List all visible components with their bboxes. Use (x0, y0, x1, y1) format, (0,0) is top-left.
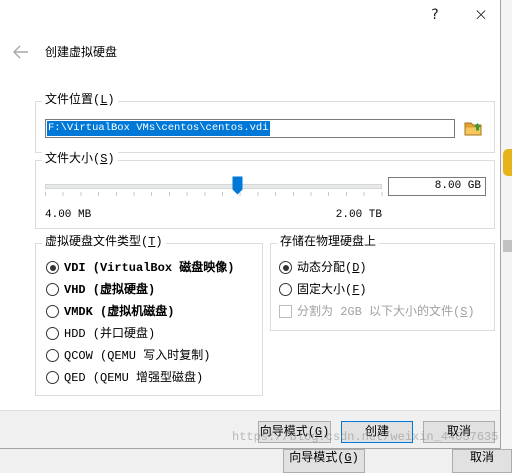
size-min-label: 4.00 MB (45, 209, 92, 221)
cancel-button[interactable]: 取消 (423, 421, 495, 443)
size-slider-thumb[interactable] (232, 176, 243, 195)
radio-label: VMDK (虚拟机磁盘) (64, 305, 175, 319)
radio-button[interactable] (46, 349, 59, 362)
background-window (501, 0, 512, 449)
radio-button[interactable] (279, 283, 292, 296)
radio-label: 动态分配(D) (297, 261, 367, 275)
create-virtual-disk-dialog: ? × 创建虚拟硬盘 文件位置(L) F:\VirtualBox VMs\cen… (0, 0, 501, 449)
checkbox-label: 分割为 2GB 以下大小的文件(S) (297, 305, 475, 319)
disk-type-title: 虚拟硬盘文件类型(T) (42, 235, 166, 249)
size-input[interactable]: 8.00 GB (388, 177, 486, 196)
file-location-title: 文件位置(L) (42, 93, 118, 107)
radio-hdd[interactable]: HDD (并口硬盘) (45, 326, 245, 342)
radio-label: QCOW (QEMU 写入时复制) (64, 349, 211, 363)
create-label: 创建 (364, 425, 389, 439)
radio-label: 固定大小(F) (297, 283, 367, 297)
radio-vdi[interactable]: VDI (VirtualBox 磁盘映像) (45, 260, 245, 276)
size-slider-track[interactable] (45, 184, 382, 189)
create-button[interactable]: 创建 (341, 421, 413, 443)
background-expert-mode-button: 向导模式(G) (283, 449, 365, 473)
radio-button[interactable] (46, 371, 59, 384)
file-path-input[interactable]: F:\VirtualBox VMs\centos\centos.vdi (45, 119, 455, 138)
radio-label: VDI (VirtualBox 磁盘映像) (64, 261, 235, 275)
background-cancel-label: 取消 (469, 451, 494, 465)
radio-button[interactable] (46, 283, 59, 296)
radio-button[interactable] (46, 261, 59, 274)
expert-mode-button[interactable]: 向导模式(G) (258, 421, 331, 443)
background-window-logo (503, 149, 512, 176)
radio-qed[interactable]: QED (QEMU 增强型磁盘) (45, 370, 245, 386)
radio-fixed[interactable]: 固定大小(F) (278, 282, 478, 298)
radio-label: HDD (并口硬盘) (64, 327, 156, 341)
file-path-text: F:\VirtualBox VMs\centos\centos.vdi (47, 121, 270, 136)
background-expert-mode-label: 向导模式(G) (289, 451, 359, 465)
folder-icon[interactable] (463, 118, 484, 139)
expert-mode-label: 向导模式(G) (259, 425, 330, 439)
background-cancel-button: 取消 (452, 449, 512, 473)
close-button[interactable]: × (461, 0, 500, 30)
checkbox[interactable] (279, 305, 292, 318)
radio-qcow[interactable]: QCOW (QEMU 写入时复制) (45, 348, 245, 364)
file-size-title: 文件大小(S) (42, 152, 118, 166)
help-button[interactable]: ? (415, 0, 455, 30)
radio-label: QED (QEMU 增强型磁盘) (64, 371, 204, 385)
background-window-element (503, 240, 512, 252)
radio-button[interactable] (279, 261, 292, 274)
back-arrow-icon[interactable] (13, 45, 29, 59)
radio-label: VHD (虚拟硬盘) (64, 283, 156, 297)
size-slider-ticks (45, 192, 383, 196)
radio-vhd[interactable]: VHD (虚拟硬盘) (45, 282, 245, 298)
page-title: 创建虚拟硬盘 (45, 46, 118, 60)
radio-button[interactable] (46, 305, 59, 318)
split-files-checkbox[interactable]: 分割为 2GB 以下大小的文件(S) (278, 304, 478, 320)
storage-title: 存储在物理硬盘上 (277, 235, 380, 249)
size-max-label: 2.00 TB (335, 209, 382, 221)
radio-dynamic[interactable]: 动态分配(D) (278, 260, 478, 276)
radio-button[interactable] (46, 327, 59, 340)
radio-vmdk[interactable]: VMDK (虚拟机磁盘) (45, 304, 245, 320)
cancel-label: 取消 (446, 425, 471, 439)
